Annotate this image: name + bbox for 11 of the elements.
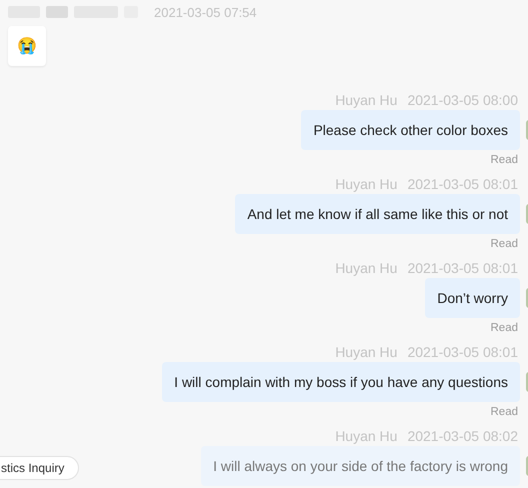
- read-status: Read: [490, 238, 518, 250]
- message-bubble: I will complain with my boss if you have any questions: [162, 362, 520, 402]
- read-status: Read: [490, 406, 518, 418]
- message-bubble: Don’t worry: [425, 278, 520, 318]
- emoji-message: 😭: [8, 26, 46, 66]
- read-status: Read: [490, 322, 518, 334]
- message-bubble: And let me know if all same like this or not: [235, 194, 520, 234]
- read-status: Read: [490, 154, 518, 166]
- quick-reply-chip[interactable]: stics Inquiry: [0, 456, 80, 480]
- message-bubble: Please check other color boxes: [301, 110, 520, 150]
- message-bubble: I will always on your side of the factory is wrong: [201, 446, 520, 486]
